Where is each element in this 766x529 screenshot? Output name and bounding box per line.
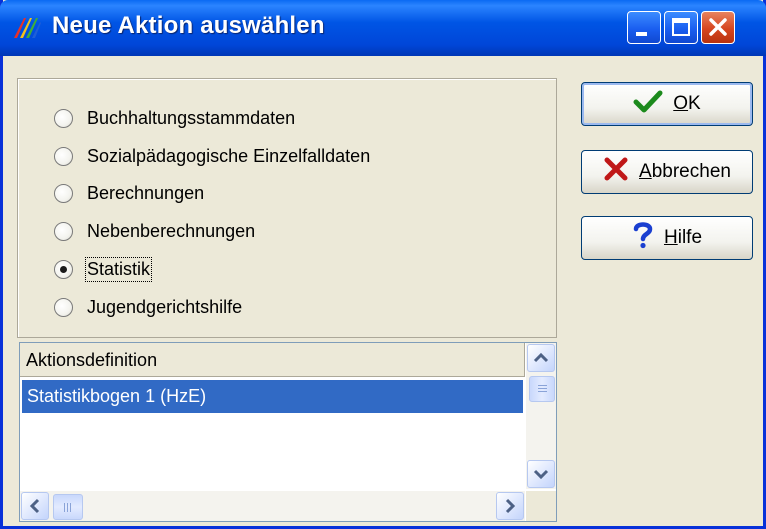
column-header-aktionsdefinition[interactable]: Aktionsdefinition: [20, 343, 525, 377]
radio-circle[interactable]: [54, 183, 73, 203]
radio-label: Statistik: [84, 256, 153, 282]
cancel-button[interactable]: Abbrechen: [581, 150, 753, 194]
radio-label: Berechnungen: [87, 182, 205, 203]
list-row-selected[interactable]: Statistikbogen 1 (HzE): [22, 380, 523, 413]
app-logo-icon: [12, 14, 42, 40]
radio-circle[interactable]: [54, 221, 73, 241]
vertical-scrollbar[interactable]: [526, 343, 556, 489]
radio-label: Sozialpädagogische Einzelfalldaten: [87, 145, 371, 166]
horizontal-scrollbar[interactable]: [20, 491, 525, 521]
maximize-icon: [672, 18, 690, 36]
minimize-button[interactable]: [627, 11, 661, 44]
scroll-up-button[interactable]: [527, 344, 555, 372]
checkmark-icon: [633, 89, 663, 119]
scrollbar-corner: [526, 491, 556, 521]
dialog-window: Neue Aktion auswählen Buchhaltungsstammd…: [0, 0, 766, 529]
minimize-icon: [636, 32, 647, 36]
ok-button-label: OK: [673, 93, 701, 114]
scroll-right-button[interactable]: [496, 492, 524, 520]
radio-label: Buchhaltungsstammdaten: [87, 107, 296, 128]
radio-sozialpaedagogische-einzelfalldaten[interactable]: Sozialpädagogische Einzelfalldaten: [54, 141, 370, 171]
ok-button[interactable]: OK: [581, 82, 753, 126]
radio-berechnungen[interactable]: Berechnungen: [54, 178, 204, 208]
maximize-button[interactable]: [664, 11, 698, 44]
radio-jugendgerichtshilfe[interactable]: Jugendgerichtshilfe: [54, 292, 242, 322]
help-button-label: Hilfe: [663, 227, 703, 248]
close-button[interactable]: [701, 11, 735, 44]
action-definition-list[interactable]: Aktionsdefinition Statistikbogen 1 (HzE): [19, 342, 557, 522]
chevron-left-icon: [29, 498, 40, 514]
radio-statistik[interactable]: Statistik: [54, 254, 153, 284]
red-x-icon: [603, 157, 629, 187]
radio-label: Jugendgerichtshilfe: [87, 296, 243, 317]
window-title: Neue Aktion auswählen: [52, 12, 325, 39]
radio-nebenberechnungen[interactable]: Nebenberechnungen: [54, 216, 255, 246]
radio-buchhaltungsstammdaten[interactable]: Buchhaltungsstammdaten: [54, 103, 295, 133]
vertical-scroll-thumb[interactable]: [529, 376, 555, 402]
chevron-down-icon: [533, 469, 549, 480]
radio-circle[interactable]: [54, 297, 73, 317]
action-type-group: Buchhaltungsstammdaten Sozialpädagogisch…: [17, 78, 557, 338]
close-icon: [709, 18, 727, 36]
cancel-button-label: Abbrechen: [639, 161, 731, 182]
scroll-down-button[interactable]: [527, 460, 555, 488]
radio-circle-selected[interactable]: [54, 259, 73, 279]
chevron-right-icon: [505, 498, 516, 514]
title-bar[interactable]: Neue Aktion auswählen: [0, 0, 766, 56]
chevron-up-icon: [533, 352, 549, 363]
radio-circle[interactable]: [54, 146, 73, 166]
radio-label: Nebenberechnungen: [87, 220, 256, 241]
horizontal-scroll-thumb[interactable]: [53, 494, 83, 520]
scroll-left-button[interactable]: [21, 492, 49, 520]
radio-circle[interactable]: [54, 108, 73, 128]
question-mark-icon: [632, 221, 654, 255]
help-button[interactable]: Hilfe: [581, 216, 753, 260]
